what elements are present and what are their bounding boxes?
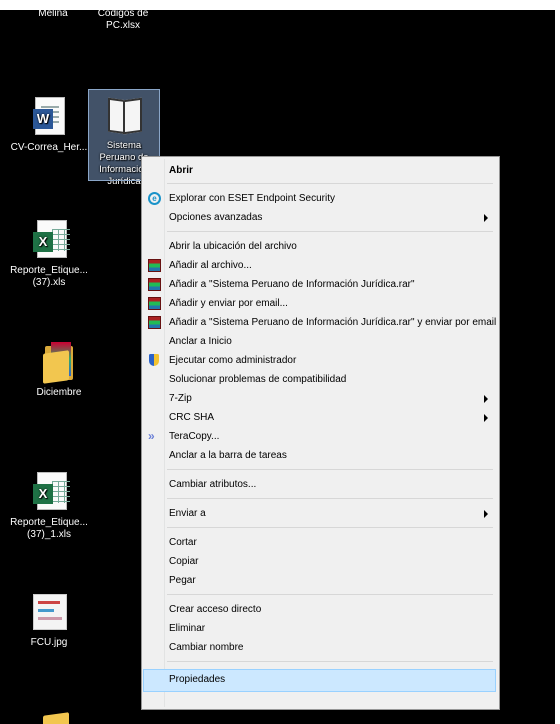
winrar-icon [148, 297, 161, 310]
menu-item-label: Abrir la ubicación del archivo [169, 241, 297, 252]
menu-item-label: Añadir al archivo... [169, 260, 252, 271]
menu-item-label: Añadir a "Sistema Peruano de Información… [169, 279, 415, 290]
winrar-icon [148, 259, 161, 272]
menu-item-label: CRC SHA [169, 412, 215, 423]
desktop-icon-label: Reporte_Etique... (37)_1.xls [10, 517, 88, 540]
menu-item-teracopy[interactable]: » TeraCopy... [144, 427, 495, 447]
menu-item-anadir-archivo[interactable]: Añadir al archivo... [144, 256, 495, 276]
menu-item-anadir-rar[interactable]: Añadir a "Sistema Peruano de Información… [144, 275, 495, 295]
menu-item-label: Enviar a [169, 508, 206, 519]
menu-item-eliminar[interactable]: Eliminar [144, 619, 495, 639]
menu-separator [167, 231, 493, 232]
menu-item-label: Pegar [169, 575, 196, 586]
menu-item-copiar[interactable]: Copiar [144, 552, 495, 572]
menu-item-propiedades[interactable]: Propiedades [143, 669, 496, 692]
menu-item-cortar[interactable]: Cortar [144, 533, 495, 553]
menu-item-solucionar-compatibilidad[interactable]: Solucionar problemas de compatibilidad [144, 370, 495, 390]
menu-item-anadir-enviar-email[interactable]: Añadir y enviar por email... [144, 294, 495, 314]
menu-item-abrir-ubicacion[interactable]: Abrir la ubicación del archivo [144, 237, 495, 257]
menu-item-label: Explorar con ESET Endpoint Security [169, 193, 336, 204]
menu-item-anadir-rar-email[interactable]: Añadir a "Sistema Peruano de Información… [144, 313, 497, 333]
menu-separator [167, 527, 493, 528]
menu-item-pegar[interactable]: Pegar [144, 571, 495, 591]
menu-item-label: Solucionar problemas de compatibilidad [169, 374, 347, 385]
menu-item-crc-sha[interactable]: CRC SHA [144, 408, 495, 428]
menu-item-anclar-inicio[interactable]: Anclar a Inicio [144, 332, 495, 352]
menu-item-label: Opciones avanzadas [169, 212, 263, 223]
menu-item-label: Copiar [169, 556, 199, 567]
desktop-icon-label: CV-Correa_Her... [10, 142, 88, 153]
menu-item-label: 7-Zip [169, 393, 192, 404]
menu-item-label: Añadir a "Sistema Peruano de Información… [169, 317, 497, 328]
word-document-icon: W [27, 95, 71, 139]
menu-separator [167, 469, 493, 470]
desktop-icon-reporte-37[interactable]: X Reporte_Etique... (37).xls [4, 218, 94, 289]
excel-document-icon: X [27, 470, 71, 514]
menu-separator [167, 183, 493, 184]
eset-icon: e [148, 192, 161, 205]
submenu-arrow-icon [484, 510, 488, 518]
menu-item-label: TeraCopy... [169, 431, 220, 442]
menu-item-cambiar-atributos[interactable]: Cambiar atributos... [144, 475, 495, 495]
menu-item-opciones-avanzadas[interactable]: Opciones avanzadas [144, 208, 495, 228]
menu-item-label: Añadir y enviar por email... [169, 298, 288, 309]
submenu-arrow-icon [484, 395, 488, 403]
uac-shield-icon [149, 354, 159, 366]
menu-separator [167, 594, 493, 595]
menu-item-label: Cambiar nombre [169, 642, 244, 653]
submenu-arrow-icon [484, 214, 488, 222]
menu-item-cambiar-nombre[interactable]: Cambiar nombre [144, 638, 495, 658]
menu-item-label: Cambiar atributos... [169, 479, 257, 490]
menu-item-abrir[interactable]: Abrir [144, 161, 495, 181]
menu-separator [167, 498, 493, 499]
menu-item-label: Anclar a la barra de tareas [169, 450, 287, 461]
menu-item-label: Propiedades [169, 674, 226, 685]
menu-item-ejecutar-admin[interactable]: Ejecutar como administrador [144, 351, 495, 371]
desktop-icon-cv-word[interactable]: W CV-Correa_Her... [4, 95, 94, 154]
desktop-icon-fcu-jpg[interactable]: FCU.jpg [4, 590, 94, 649]
desktop-icon-reporte-37-1[interactable]: X Reporte_Etique... (37)_1.xls [4, 470, 94, 541]
menu-item-label: Eliminar [169, 623, 206, 634]
folder-icon [37, 340, 81, 384]
folder-icon [37, 710, 81, 724]
menu-item-label: Cortar [169, 537, 197, 548]
menu-item-enviar-a[interactable]: Enviar a [144, 504, 495, 524]
menu-item-anclar-barra-tareas[interactable]: Anclar a la barra de tareas [144, 446, 495, 466]
desktop-icon-codigos-xlsx[interactable]: Códigos de PC.xlsx [78, 10, 168, 32]
menu-item-label: Crear acceso directo [169, 604, 262, 615]
menu-item-7zip[interactable]: 7-Zip [144, 389, 495, 409]
excel-document-icon: X [27, 218, 71, 262]
context-menu: Abrir e Explorar con ESET Endpoint Secur… [141, 156, 500, 710]
menu-item-label: Ejecutar como administrador [169, 355, 297, 366]
menu-separator [167, 661, 493, 662]
desktop-icon-label: Diciembre [36, 387, 82, 398]
winrar-icon [148, 316, 161, 329]
desktop-icon-label: Reporte_Etique... (37).xls [10, 265, 88, 288]
menu-item-label: Anclar a Inicio [169, 336, 232, 347]
teracopy-icon: » [148, 429, 155, 443]
menu-item-label: Abrir [169, 165, 193, 176]
image-file-icon [27, 590, 71, 634]
menu-item-eset-scan[interactable]: e Explorar con ESET Endpoint Security [144, 189, 495, 209]
desktop-icon-folder-partial[interactable] [14, 710, 104, 724]
desktop-icon-diciembre[interactable]: Diciembre [14, 340, 104, 399]
winrar-icon [148, 278, 161, 291]
desktop-icon-label: Códigos de PC.xlsx [97, 10, 149, 31]
menu-item-crear-acceso-directo[interactable]: Crear acceso directo [144, 600, 495, 620]
submenu-arrow-icon [484, 414, 488, 422]
desktop-icon-label: FCU.jpg [30, 637, 68, 648]
book-shortcut-icon [102, 93, 146, 137]
